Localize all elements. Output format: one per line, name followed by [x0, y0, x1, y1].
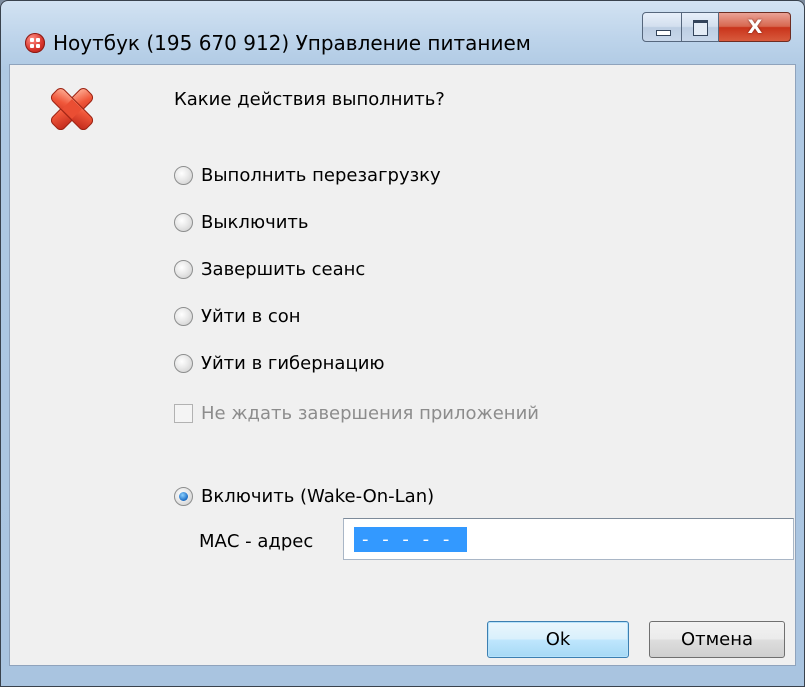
close-button[interactable]: X — [719, 12, 791, 42]
cancel-button[interactable]: Отмена — [649, 621, 785, 658]
mac-address-value: - - - - - — [354, 527, 468, 552]
option-wake-on-lan[interactable]: Включить (Wake-On-Lan) — [174, 483, 434, 509]
radio-sleep[interactable] — [174, 306, 193, 326]
power-management-dialog: Ноутбук (195 670 912) Управление питание… — [0, 0, 805, 687]
option-restart-label: Выполнить перезагрузку — [201, 164, 441, 186]
maximize-button[interactable] — [682, 12, 719, 42]
ok-button[interactable]: Ok — [487, 621, 629, 658]
option-restart[interactable]: Выполнить перезагрузку — [174, 162, 441, 188]
mac-address-label: МАС - адрес — [199, 531, 314, 552]
mac-address-input[interactable]: - - - - - — [343, 518, 794, 560]
minimize-button[interactable] — [642, 12, 682, 42]
radio-restart[interactable] — [174, 165, 193, 185]
option-sleep-label: Уйти в сон — [201, 305, 301, 327]
no-wait-option: Не ждать завершения приложений — [174, 401, 539, 425]
radio-wake-on-lan[interactable] — [174, 486, 193, 506]
radio-logoff[interactable] — [174, 259, 193, 279]
question-label: Какие действия выполнить? — [174, 89, 445, 110]
red-x-icon — [50, 87, 94, 131]
app-logo-icon — [25, 33, 45, 53]
minimize-icon — [656, 30, 671, 36]
close-icon: X — [747, 16, 763, 38]
no-wait-checkbox — [174, 403, 193, 423]
option-hibernate-label: Уйти в гибернацию — [201, 352, 385, 374]
radio-hibernate[interactable] — [174, 353, 193, 373]
option-hibernate[interactable]: Уйти в гибернацию — [174, 350, 385, 376]
dialog-body: Какие действия выполнить? Выполнить пере… — [9, 64, 796, 666]
option-wake-on-lan-label: Включить (Wake-On-Lan) — [201, 485, 435, 507]
window-title: Ноутбук (195 670 912) Управление питание… — [53, 31, 531, 55]
option-logoff[interactable]: Завершить сеанс — [174, 256, 365, 282]
no-wait-label: Не ждать завершения приложений — [201, 402, 539, 424]
caption-buttons: X — [642, 12, 791, 42]
title-bar[interactable]: Ноутбук (195 670 912) Управление питание… — [1, 1, 804, 64]
maximize-icon — [693, 20, 708, 36]
option-shutdown[interactable]: Выключить — [174, 209, 309, 235]
radio-shutdown[interactable] — [174, 212, 193, 232]
option-shutdown-label: Выключить — [201, 211, 309, 233]
option-logoff-label: Завершить сеанс — [201, 258, 366, 280]
option-sleep[interactable]: Уйти в сон — [174, 303, 301, 329]
